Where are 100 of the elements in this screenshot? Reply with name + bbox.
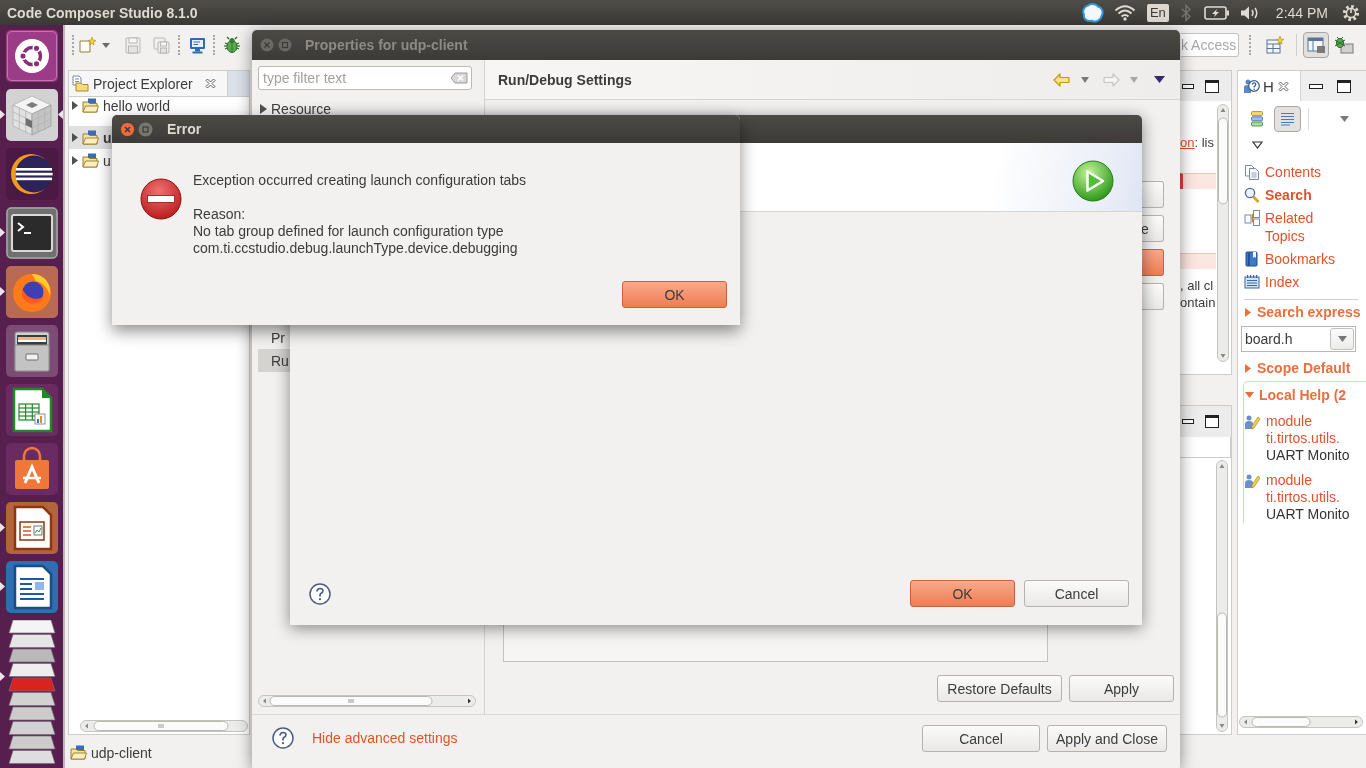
battery-icon[interactable] [1203,5,1230,20]
tree-item[interactable]: Resource [258,99,333,118]
document-icon[interactable] [6,561,58,613]
maximize-icon[interactable] [1205,79,1219,93]
cube-icon[interactable] [6,89,58,141]
view-menu-icon[interactable] [1154,76,1165,83]
maximize-button[interactable] [138,121,153,137]
result-link[interactable]: module ti.tirtos.utils. [1266,472,1358,506]
play-icon [1072,160,1114,202]
partial-button[interactable]: e [1141,215,1164,242]
project-folder-icon [82,97,99,114]
help-link[interactable]: Index [1238,273,1366,291]
keyboard-layout-indicator[interactable]: En [1146,3,1169,22]
eclipse-logo-icon[interactable] [6,148,58,200]
text-lines-icon [1280,112,1295,126]
help-icon[interactable] [309,582,331,605]
shopping-bag-icon[interactable] [6,443,58,495]
gear-icon[interactable] [1342,3,1360,22]
tree-item[interactable]: hello world [69,97,173,114]
minimize-icon[interactable] [1182,83,1194,89]
partial-button[interactable] [1141,181,1164,208]
text-fragment: on: lis [1180,134,1215,151]
input-field[interactable] [1180,437,1231,458]
spreadsheet-icon[interactable] [6,384,58,436]
vertical-scrollbar[interactable] [1217,104,1229,362]
highlighted-row [1180,173,1216,189]
maximize-icon[interactable] [1205,415,1219,428]
quick-access-field[interactable]: k Access [1181,33,1239,57]
result-link[interactable]: module ti.tirtos.utils. [1266,413,1358,447]
caret-icon[interactable] [1081,76,1089,83]
volume-icon[interactable] [1239,4,1260,21]
text-fragment: ontain [1180,294,1216,311]
caret-icon[interactable] [102,42,110,48]
close-icon[interactable] [1277,80,1289,92]
help-icon[interactable] [272,727,294,749]
restore-defaults-button[interactable]: Restore Defaults [937,675,1062,702]
expand-triangle-icon[interactable] [72,101,78,110]
horizontal-scrollbar[interactable] [80,720,248,732]
caret-icon[interactable] [1340,116,1349,122]
vertical-scrollbar[interactable] [1216,460,1228,732]
presentation-icon[interactable] [6,502,58,554]
filter-field[interactable]: type filter text [258,66,472,90]
pages-icon [1244,164,1260,180]
view-menu-icon[interactable] [1252,141,1263,149]
person-pencil-icon [1244,414,1261,431]
apply-and-close-button[interactable]: Apply and Close [1047,725,1167,752]
view-toggle-button[interactable] [1274,106,1301,132]
error-detail-text: com.ti.ccstudio.debug.launchType.device.debugging [193,240,519,257]
file-cabinet-icon[interactable] [6,325,58,377]
help-link[interactable]: Search [1238,186,1366,204]
ubuntu-logo-icon[interactable] [6,30,58,82]
ok-button[interactable]: OK [910,580,1015,607]
wifi-icon[interactable] [1113,4,1136,21]
clock[interactable]: 2:44 PM [1275,4,1328,21]
expand-triangle-icon[interactable] [72,156,78,165]
stacked-bars-icon [1250,111,1263,127]
tree-item[interactable]: Pr [258,327,287,349]
cancel-button[interactable]: Cancel [1024,580,1129,607]
partial-button[interactable] [1141,283,1164,310]
cancel-button[interactable]: Cancel [922,725,1040,752]
perspective-button[interactable] [1303,32,1329,58]
project-folder-icon [82,152,99,169]
minimize-icon[interactable] [1309,83,1323,89]
result-description: UART Monito [1266,447,1351,464]
maximize-icon[interactable] [1337,79,1351,93]
magnifier-icon [1244,187,1260,203]
close-button[interactable] [120,121,135,137]
dropdown-button[interactable] [1330,328,1354,350]
project-explorer-tab[interactable]: Project Explorer [69,71,228,96]
close-icon[interactable] [204,78,216,89]
minimize-icon[interactable] [1182,419,1194,424]
folded-launcher-icons[interactable] [6,620,58,766]
terminal-icon[interactable] [6,207,58,259]
apply-button[interactable]: Apply [1069,675,1174,702]
firefox-icon[interactable] [6,266,58,318]
bug-window-icon [1334,36,1354,54]
expand-triangle-icon[interactable] [260,103,267,114]
error-detail-text: Reason: [193,206,247,223]
help-link[interactable]: Related Topics [1238,209,1366,245]
search-expression-combo[interactable]: board.h [1241,326,1356,352]
help-link[interactable]: Bookmarks [1238,250,1366,268]
help-tab[interactable]: H [1238,71,1301,101]
linked-pages-icon [1244,210,1260,226]
bug-icon[interactable] [223,36,241,54]
horizontal-scrollbar[interactable] [1239,716,1363,728]
tree-item[interactable]: u [69,126,115,149]
error-message: Exception occurred creating launch configuration tabs [193,172,527,189]
horizontal-scrollbar[interactable] [258,695,476,707]
ok-button[interactable]: OK [622,281,727,308]
cloud-icon[interactable] [1081,2,1104,23]
tree-item[interactable]: Ru [258,349,291,372]
tree-item[interactable]: u [69,149,114,172]
expanded-triangle-icon [1245,392,1254,398]
help-person-icon [1243,78,1260,94]
monitor-icon[interactable] [189,36,206,54]
help-link[interactable]: Contents [1238,163,1366,181]
bluetooth-icon[interactable] [1180,3,1191,22]
window-grid-icon[interactable] [1266,36,1284,54]
expand-triangle-icon[interactable] [72,133,78,142]
partial-button[interactable] [1141,249,1164,276]
